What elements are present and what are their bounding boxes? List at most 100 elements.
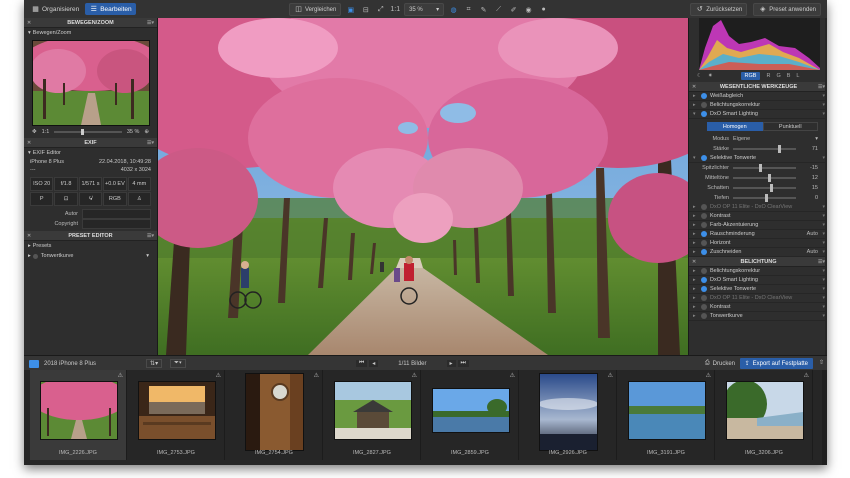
toggle-on-icon[interactable] xyxy=(701,286,707,292)
thumbnail-item[interactable]: ⚠ IMG_2926.JPG xyxy=(520,370,617,460)
prev-image-icon[interactable]: ◂ xyxy=(369,360,379,367)
tool-clearview[interactable]: ▸ DxO OP 11 Elite - DxO ClearView ▾ xyxy=(689,203,827,212)
sun-icon[interactable]: ✷ xyxy=(708,73,713,79)
toggle-on-icon[interactable] xyxy=(701,155,707,161)
toggle-off-icon[interactable] xyxy=(701,240,707,246)
tone-curve-item[interactable]: ▸ Tonwertkurve ▾ xyxy=(24,251,157,261)
toggle-off-icon[interactable] xyxy=(701,295,707,301)
thumbnail-item[interactable]: ⚠ IMG_2754.JPG xyxy=(226,370,323,460)
highlights-value[interactable]: -15 xyxy=(796,165,818,171)
exposure-section-header[interactable]: ✕ BELICHTUNG ☰▾ xyxy=(689,257,827,267)
tool-clearview-2[interactable]: ▸ DxO OP 11 Elite - DxO ClearView ▾ xyxy=(689,294,827,303)
zoom-slider-handle[interactable] xyxy=(81,129,85,135)
close-icon[interactable]: ✕ xyxy=(692,259,696,265)
tool-exposure[interactable]: ▸ Belichtungskorrektur ▾ xyxy=(689,101,827,110)
rgb-channel-button[interactable]: RGB xyxy=(740,72,761,80)
tool-noise-reduction[interactable]: ▸ Rauschminderung Auto ▾ xyxy=(689,230,827,239)
zoom-slider[interactable] xyxy=(54,129,122,135)
filmstrip-scrollbar[interactable] xyxy=(822,370,827,465)
edit-tab[interactable]: ☰ Bearbeiten xyxy=(85,3,136,15)
punktuell-button[interactable]: Punktuell xyxy=(762,122,818,131)
tool-white-balance[interactable]: ▸ Weißabgleich ▾ xyxy=(689,92,827,101)
pipette-icon[interactable]: ✎ xyxy=(478,4,489,15)
highlights-slider[interactable] xyxy=(733,164,796,172)
essential-tools-header[interactable]: ✕ WESENTLICHE WERKZEUGE ☰▾ xyxy=(689,82,827,92)
tool-contrast[interactable]: ▸ Kontrast ▾ xyxy=(689,212,827,221)
compare-button[interactable]: ◫ Vergleichen xyxy=(289,3,342,16)
crop-icon[interactable]: ⌗ xyxy=(463,4,474,15)
slider-handle[interactable] xyxy=(769,184,773,192)
thumbnail-item[interactable]: ⚠ IMG_2827.JPG xyxy=(324,370,421,460)
actual-size-icon[interactable]: 1:1 xyxy=(390,4,400,15)
tool-selective-tones[interactable]: ▾ Selektive Tonwerte ▾ xyxy=(689,154,827,163)
green-channel-button[interactable]: G xyxy=(776,73,780,79)
navigator-preview[interactable] xyxy=(32,40,150,126)
fit-icon[interactable]: ⤢ xyxy=(375,4,386,15)
tool-smart-lighting[interactable]: ▾ DxO Smart Lighting ▾ xyxy=(689,110,827,119)
single-view-icon[interactable]: ▣ xyxy=(345,4,356,15)
tool-crop[interactable]: ▸ Zuschneiden Auto ▾ xyxy=(689,248,827,257)
first-image-icon[interactable]: ⏮ xyxy=(355,360,368,367)
exif-subheader[interactable]: ▾ EXIF Editor xyxy=(24,148,157,158)
tool-tone-curve[interactable]: ▸ Tonwertkurve ▾ xyxy=(689,312,827,321)
tool-contrast-2[interactable]: ▸ Kontrast ▾ xyxy=(689,303,827,312)
zoom-select[interactable]: 35 % ▾ xyxy=(404,3,445,16)
toggle-off-icon[interactable] xyxy=(701,268,707,274)
print-button[interactable]: ⎙ Drucken xyxy=(705,358,735,369)
circle-icon[interactable]: ● xyxy=(538,4,549,15)
apply-preset-button[interactable]: ◈ Preset anwenden xyxy=(753,3,821,16)
close-icon[interactable]: ✕ xyxy=(27,233,31,239)
shadows-value[interactable]: 15 xyxy=(796,185,818,191)
slider-handle[interactable] xyxy=(777,145,781,153)
panel-menu-icon[interactable]: ☰▾ xyxy=(147,233,154,239)
toggle-on-icon[interactable] xyxy=(701,231,707,237)
toggle-off-icon[interactable] xyxy=(701,313,707,319)
blue-channel-button[interactable]: B xyxy=(787,73,791,79)
move-zoom-subheader[interactable]: ▾ Bewegen/Zoom xyxy=(24,28,157,38)
brush-icon[interactable]: ✐ xyxy=(508,4,519,15)
toggle-off-icon[interactable] xyxy=(701,213,707,219)
horizon-icon[interactable]: ⟋ xyxy=(493,4,504,15)
filter-icon[interactable]: ⏷▾ xyxy=(170,359,186,368)
panel-menu-icon[interactable]: ☰▾ xyxy=(818,84,825,90)
reset-button[interactable]: ↺ Zurücksetzen xyxy=(690,3,748,16)
preset-editor-header[interactable]: ✕ PRESET EDITOR ☰▾ xyxy=(24,231,157,241)
midtones-slider[interactable] xyxy=(733,174,796,182)
eye-icon[interactable]: ◉ xyxy=(523,4,534,15)
thumbnail-item[interactable]: ⚠ IMG_2753.JPG xyxy=(128,370,225,460)
thumbnail-item[interactable]: ⚠ IMG_3191.JPG xyxy=(618,370,715,460)
toggle-off-icon[interactable] xyxy=(701,102,707,108)
toggle-on-icon[interactable] xyxy=(701,111,707,117)
staerke-slider[interactable] xyxy=(733,145,796,153)
copyright-field[interactable] xyxy=(82,218,151,229)
red-channel-button[interactable]: R xyxy=(766,73,770,79)
toggle-off-icon[interactable] xyxy=(701,222,707,228)
globe-icon[interactable]: ◍ xyxy=(448,4,459,15)
tool-exposure-2[interactable]: ▸ Belichtungskorrektur ▾ xyxy=(689,267,827,276)
dual-view-icon[interactable]: ⊟ xyxy=(360,4,371,15)
luminance-channel-button[interactable]: L xyxy=(796,73,799,79)
exif-header[interactable]: ✕ EXIF ☰▾ xyxy=(24,138,157,148)
thumbnail-item[interactable]: ⚠ IMG_3206.JPG xyxy=(716,370,813,460)
shadows-slider[interactable] xyxy=(733,184,796,192)
blacks-value[interactable]: 0 xyxy=(796,195,818,201)
sort-icon[interactable]: ⇅▾ xyxy=(146,359,163,368)
slider-handle[interactable] xyxy=(768,174,772,182)
upload-icon[interactable]: ⇧ xyxy=(819,359,824,366)
zoom-in-icon[interactable]: ⊕ xyxy=(144,129,149,135)
toggle-on-icon[interactable] xyxy=(701,277,707,283)
tool-horizon[interactable]: ▸ Horizont ▾ xyxy=(689,239,827,248)
right-panel-scrollbar[interactable] xyxy=(825,18,827,355)
move-zoom-header[interactable]: ✕ BEWEGEN/ZOOM ☰▾ xyxy=(24,18,157,28)
slider-handle[interactable] xyxy=(764,194,768,202)
toggle-off-icon[interactable] xyxy=(701,204,707,210)
close-icon[interactable]: ✕ xyxy=(692,84,696,90)
presets-item[interactable]: ▸ Presets xyxy=(24,241,157,251)
homogen-button[interactable]: Homogen xyxy=(707,122,763,131)
panel-menu-icon[interactable]: ☰▾ xyxy=(147,20,154,26)
last-image-icon[interactable]: ⏭ xyxy=(457,360,469,367)
staerke-value[interactable]: 71 xyxy=(796,146,818,152)
tool-smart-lighting-2[interactable]: ▸ DxO Smart Lighting ▾ xyxy=(689,276,827,285)
close-icon[interactable]: ✕ xyxy=(27,20,31,26)
tool-color-accent[interactable]: ▸ Farb-Akzentuierung ▾ xyxy=(689,221,827,230)
